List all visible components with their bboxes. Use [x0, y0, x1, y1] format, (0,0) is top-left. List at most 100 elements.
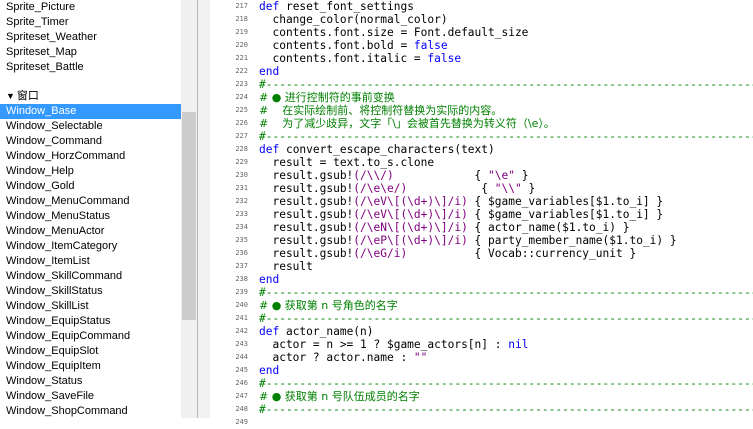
- script-list-item[interactable]: Sprite_Timer: [0, 15, 181, 30]
- script-list-item[interactable]: Sprite_Picture: [0, 0, 181, 15]
- code-line-243: actor = n >= 1 ? $game_actors[n] : nil: [259, 338, 529, 351]
- line-number: 231: [235, 184, 248, 192]
- code-line-239: #---------------------------------------…: [259, 286, 753, 299]
- code-line-241: #---------------------------------------…: [259, 312, 753, 325]
- line-number: 237: [235, 262, 248, 270]
- script-list-item[interactable]: Window_EquipStatus: [0, 314, 181, 329]
- line-number: 223: [235, 80, 248, 88]
- code-line-242: def actor_name(n): [259, 325, 374, 338]
- code-line-230: result.gsub!(/\\/) { "\e" }: [259, 169, 529, 182]
- script-list: Sprite_Picture Sprite_Timer Spriteset_Weat…: [0, 0, 181, 418]
- script-list-item[interactable]: Window_SkillList: [0, 299, 181, 314]
- code-line-219: contents.font.size = Font.default_size: [259, 26, 529, 39]
- script-list-item-selected[interactable]: Window_Base: [0, 104, 181, 119]
- code-line-245: end: [259, 364, 280, 377]
- code-line-237: result: [259, 260, 313, 273]
- script-list-item[interactable]: Window_ItemList: [0, 254, 181, 269]
- script-list-item[interactable]: Window_Gold: [0, 179, 181, 194]
- code-line-217: def reset_font_settings: [259, 0, 414, 13]
- line-number: 222: [235, 67, 248, 75]
- script-list-item[interactable]: Window_Selectable: [0, 119, 181, 134]
- code-line-228: def convert_escape_characters(text): [259, 143, 495, 156]
- line-number: 234: [235, 223, 248, 231]
- line-number: 219: [235, 28, 248, 36]
- code-line-235: result.gsub!(/\eP\[(\d+)\]/i) { party_me…: [259, 234, 677, 247]
- line-number: 241: [235, 314, 248, 322]
- collapse-triangle-icon[interactable]: ▼: [6, 91, 15, 101]
- code-line-244: actor ? actor.name : "": [259, 351, 428, 364]
- line-number: 243: [235, 340, 248, 348]
- code-line-233: result.gsub!(/\eV\[(\d+)\]/i) { $game_va…: [259, 208, 664, 221]
- code-line-238: end: [259, 273, 280, 286]
- code-line-229: result = text.to_s.clone: [259, 156, 435, 169]
- line-number: 226: [235, 119, 248, 127]
- code-line-234: result.gsub!(/\eN\[(\d+)\]/i) { actor_na…: [259, 221, 630, 234]
- script-list-item[interactable]: Window_ItemCategory: [0, 239, 181, 254]
- line-numbers: 217 218 219 220 221 222 223 224 225 226 227 228 229 2…: [210, 0, 254, 426]
- line-number: 247: [235, 392, 248, 400]
- script-list-item[interactable]: Window_EquipCommand: [0, 329, 181, 344]
- script-list-item[interactable]: Spriteset_Battle: [0, 60, 181, 75]
- script-list-item[interactable]: Window_Command: [0, 134, 181, 149]
- line-number: 232: [235, 197, 248, 205]
- code-line-240: # ● 获取第 n 号角色的名字: [259, 299, 398, 312]
- code-line-232: result.gsub!(/\eV\[(\d+)\]/i) { $game_va…: [259, 195, 664, 208]
- code-line-236: result.gsub!(/\eG/i) { Vocab::currency_u…: [259, 247, 637, 260]
- section-header-label: 窗口: [16, 90, 39, 102]
- line-number: 218: [235, 15, 248, 23]
- line-number: 235: [235, 236, 248, 244]
- line-number: 221: [235, 54, 248, 62]
- line-number: 248: [235, 405, 248, 413]
- line-number: 220: [235, 41, 248, 49]
- script-list-item[interactable]: Window_EquipItem: [0, 359, 181, 374]
- line-number: 240: [235, 301, 248, 309]
- code-line-220: contents.font.bold = false: [259, 39, 448, 52]
- code-line-221: contents.font.italic = false: [259, 52, 462, 65]
- line-number: 225: [235, 106, 248, 114]
- script-list-item[interactable]: Window_EquipSlot: [0, 344, 181, 359]
- script-list-item[interactable]: Window_Help: [0, 164, 181, 179]
- script-list-item[interactable]: Window_SkillStatus: [0, 284, 181, 299]
- line-number: 217: [235, 2, 248, 10]
- line-number: 239: [235, 288, 248, 296]
- line-number: 246: [235, 379, 248, 387]
- script-list-item[interactable]: Window_ShopCommand: [0, 404, 181, 418]
- code-line-231: result.gsub!(/\e\e/) { "\\" }: [259, 182, 536, 195]
- script-list-item[interactable]: Window_Status: [0, 374, 181, 389]
- code-line-226: # 为了减少歧异，文字「\」会被首先替换为转义符（\e）。: [259, 117, 555, 130]
- scrollbar-thumb[interactable]: [182, 112, 196, 320]
- line-number: 242: [235, 327, 248, 335]
- script-list-panel: Sprite_Picture Sprite_Timer Spriteset_Weat…: [0, 0, 198, 418]
- script-list-item[interactable]: Window_MenuStatus: [0, 209, 181, 224]
- line-number: 244: [235, 353, 248, 361]
- script-list-item[interactable]: Spriteset_Weather: [0, 30, 181, 45]
- line-number: 238: [235, 275, 248, 283]
- section-header-window[interactable]: ▼ 窗口: [0, 89, 181, 104]
- script-list-item[interactable]: Window_SkillCommand: [0, 269, 181, 284]
- list-gap: [0, 75, 181, 87]
- code-line-247: # ● 获取第 n 号队伍成员的名字: [259, 390, 420, 403]
- code-line-218: change_color(normal_color): [259, 13, 448, 26]
- code-line-246: #---------------------------------------…: [259, 377, 753, 390]
- line-number: 233: [235, 210, 248, 218]
- line-number: 229: [235, 158, 248, 166]
- code-line-223: #---------------------------------------…: [259, 78, 753, 91]
- line-number: 230: [235, 171, 248, 179]
- line-number: 224: [235, 93, 248, 101]
- script-list-item[interactable]: Window_MenuActor: [0, 224, 181, 239]
- script-list-item[interactable]: Spriteset_Map: [0, 45, 181, 60]
- code-line-224: # ● 进行控制符的事前变换: [259, 91, 395, 104]
- script-list-item[interactable]: Window_SaveFile: [0, 389, 181, 404]
- script-list-item[interactable]: Window_HorzCommand: [0, 149, 181, 164]
- line-number: 228: [235, 145, 248, 153]
- code-line-225: # 在实际绘制前、将控制符替换为实际的内容。: [259, 104, 503, 117]
- line-number: 227: [235, 132, 248, 140]
- code-line-227: #---------------------------------------…: [259, 130, 753, 143]
- line-number: 245: [235, 366, 248, 374]
- fold-gutter: [198, 0, 210, 418]
- script-list-scrollbar[interactable]: [181, 0, 197, 418]
- line-number: 236: [235, 249, 248, 257]
- script-list-item[interactable]: Window_MenuCommand: [0, 194, 181, 209]
- code-line-248: #---------------------------------------…: [259, 403, 753, 416]
- code-editor[interactable]: def reset_font_settings change_color(nor…: [259, 0, 753, 418]
